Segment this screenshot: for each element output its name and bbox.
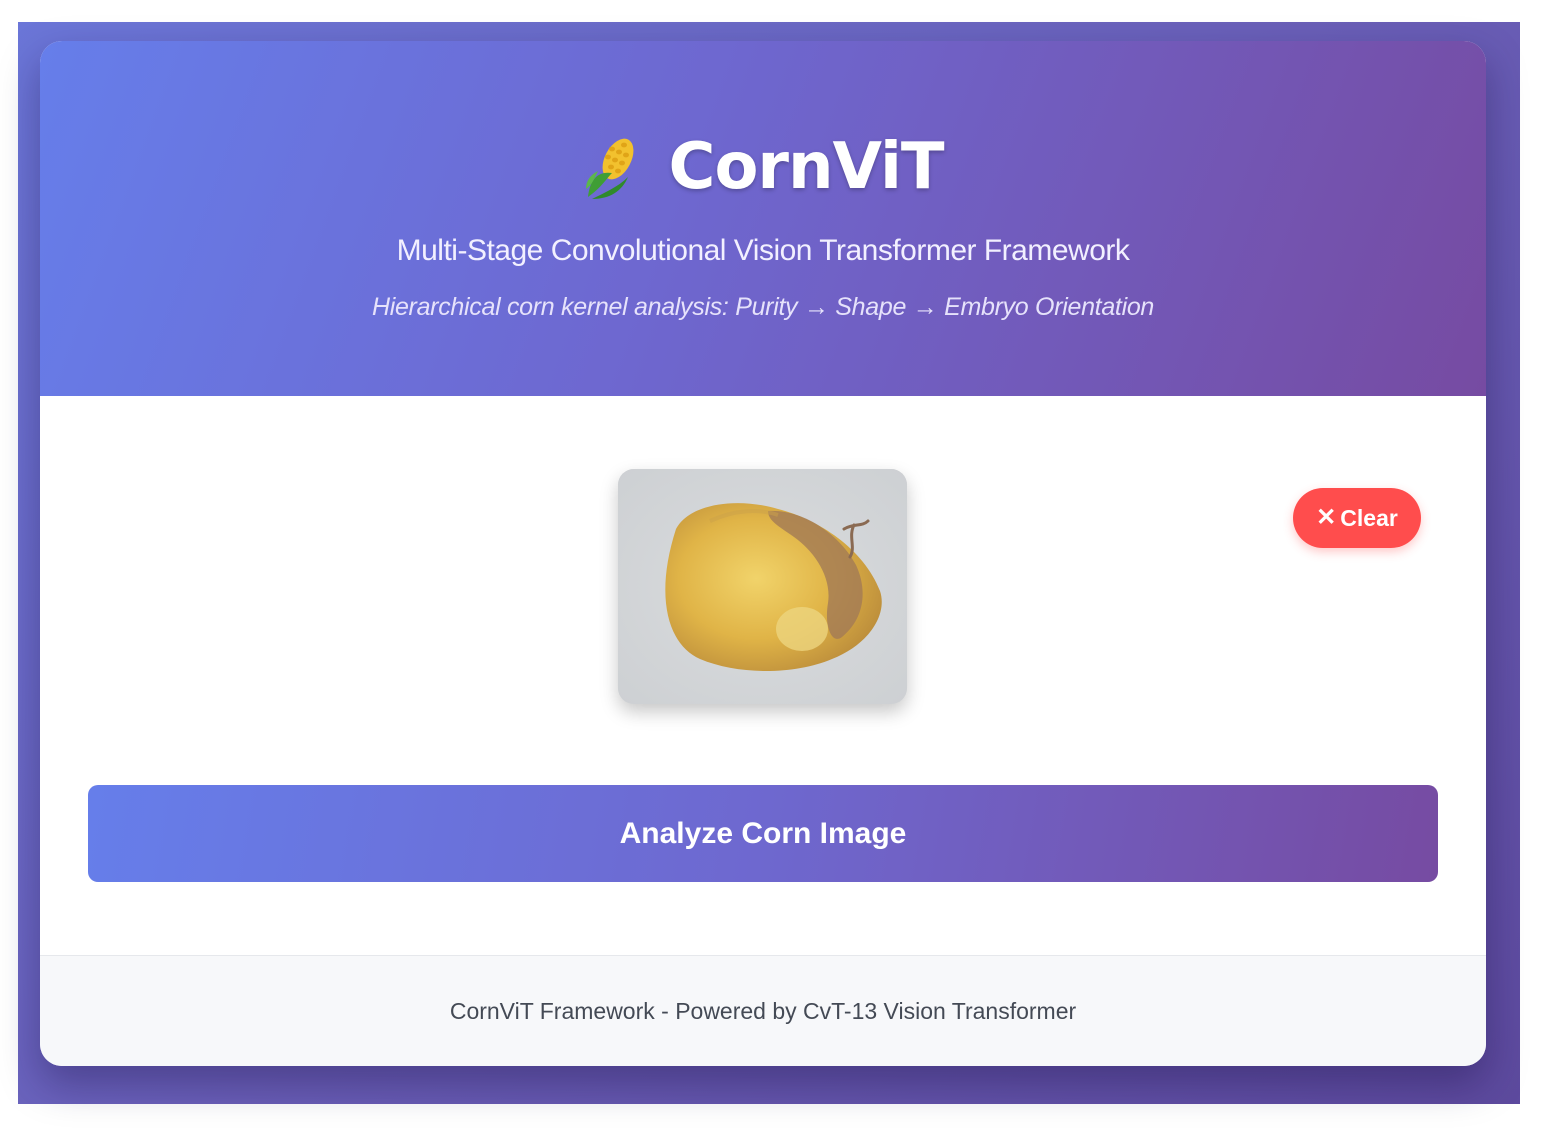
- app-header: CornViT Multi-Stage Convolutional Vision…: [40, 41, 1486, 396]
- analyze-button-label: Analyze Corn Image: [619, 816, 907, 850]
- page-background: CornViT Multi-Stage Convolutional Vision…: [18, 22, 1520, 1104]
- analyze-button[interactable]: Analyze Corn Image: [88, 785, 1438, 882]
- clear-button-label: Clear: [1340, 504, 1398, 531]
- image-preview: [618, 469, 907, 704]
- app-title: CornViT: [668, 130, 944, 204]
- corn-icon: [586, 138, 634, 199]
- close-icon: ✕: [1316, 504, 1337, 531]
- title-row: CornViT: [40, 127, 1486, 207]
- corn-kernel-image: [618, 469, 907, 704]
- app-subtitle: Multi-Stage Convolutional Vision Transfo…: [396, 234, 1130, 267]
- clear-button[interactable]: ✕ Clear: [1293, 488, 1421, 548]
- app-footer: CornViT Framework - Powered by CvT-13 Vi…: [40, 955, 1486, 1066]
- app-tagline: Hierarchical corn kernel analysis: Purit…: [371, 293, 1155, 321]
- app-card: CornViT Multi-Stage Convolutional Vision…: [40, 41, 1486, 1066]
- footer-text: CornViT Framework - Powered by CvT-13 Vi…: [449, 998, 1077, 1024]
